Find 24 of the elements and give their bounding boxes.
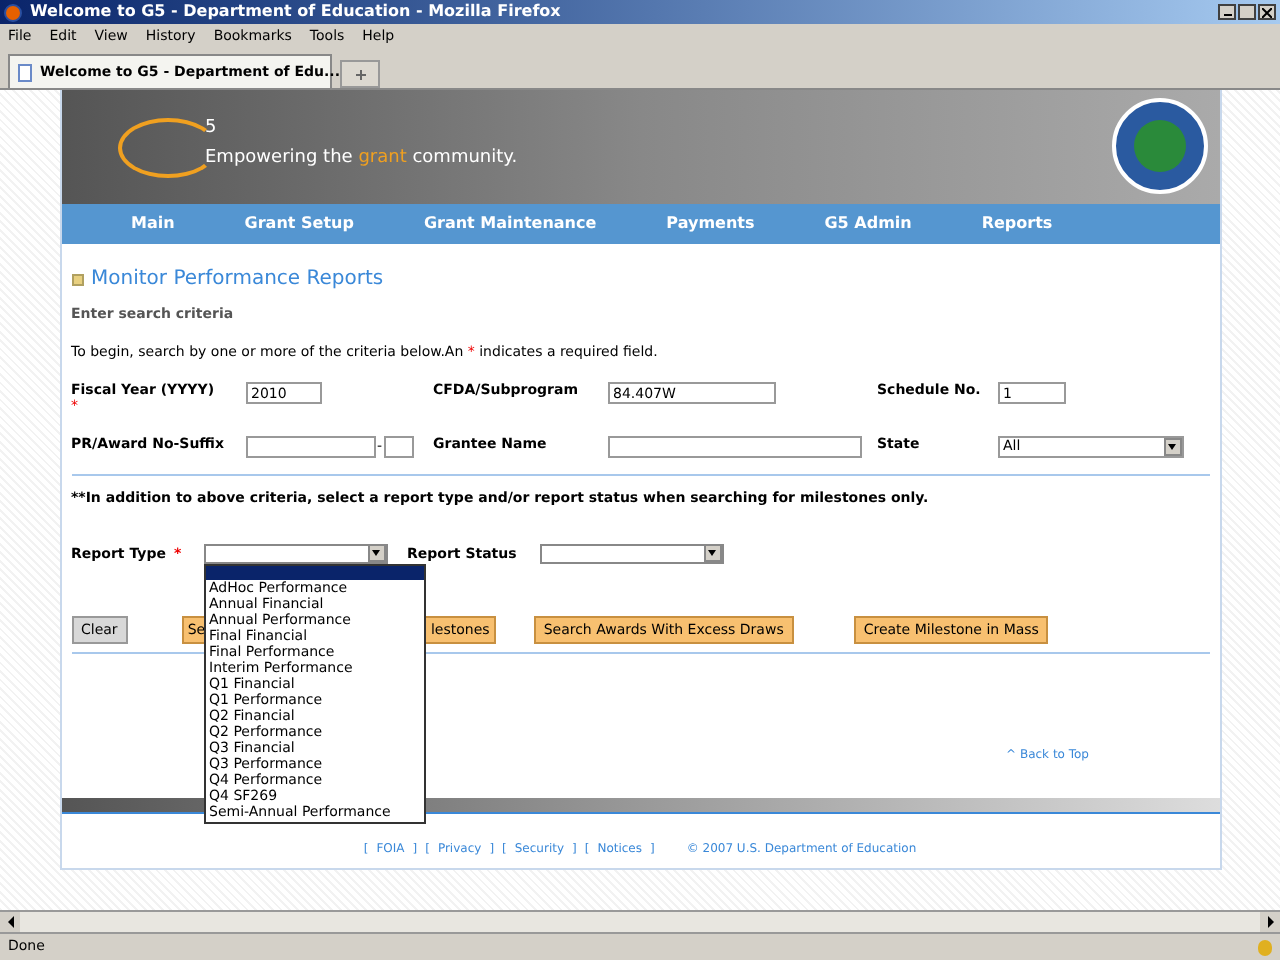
page-title: Monitor Performance Reports [91,266,384,294]
logo-superscript: 5 [205,120,219,139]
report-select[interactable] [203,543,387,564]
suffix-field[interactable] [384,436,415,458]
seal-icon [1111,98,1207,194]
minimize-icon[interactable] [1218,4,1236,20]
scroll-right-icon[interactable] [1260,912,1280,932]
maximize-icon[interactable] [1238,4,1256,20]
browser-logo-icon [4,3,22,21]
dropdown-arrow-icon [1163,438,1181,456]
dropdown-arrow-icon [703,544,721,563]
new-tab-button[interactable] [340,60,380,88]
horizontal-scrollbar[interactable] [0,910,1280,934]
dropdown-arrow-icon [367,544,385,563]
page-icon [71,273,83,285]
plus-icon [355,69,365,79]
text-field[interactable] [607,436,861,458]
window-title: Welcome to G5 - Department of Education - Mozilla Firefox [30,4,561,20]
close-icon[interactable] [1258,4,1276,20]
award-number-field[interactable] [245,436,375,458]
banner-tagline: Empowering the grant community. [205,146,518,173]
report-select[interactable] [539,543,723,564]
scroll-left-icon[interactable] [0,912,20,932]
page-icon [18,63,32,81]
